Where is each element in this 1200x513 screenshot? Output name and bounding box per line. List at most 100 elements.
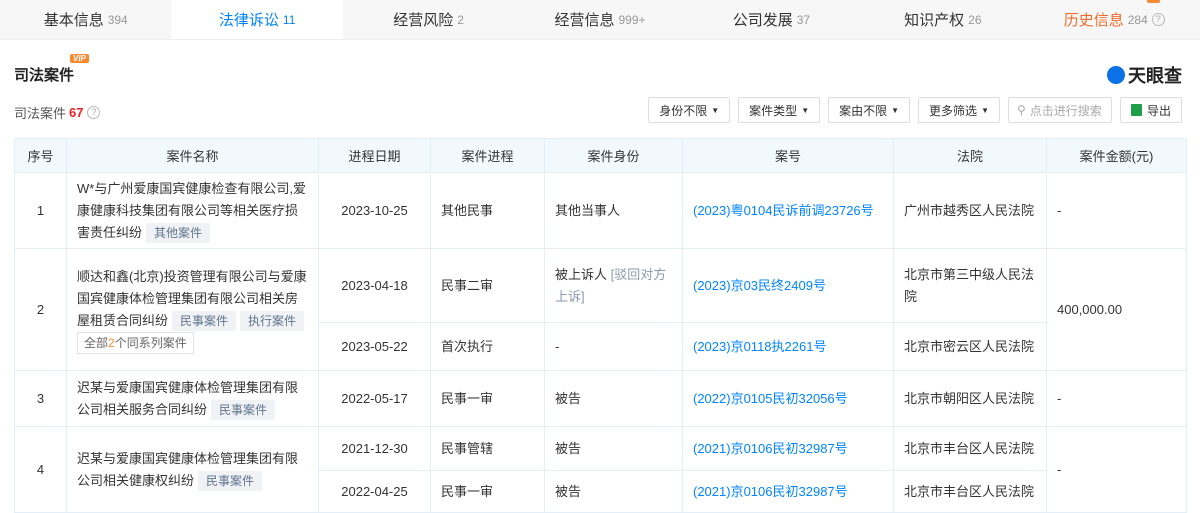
- case-number-link[interactable]: (2023)京0118执2261号: [693, 339, 826, 354]
- case-stage: 民事管辖: [430, 426, 545, 471]
- role-text: 被告: [555, 390, 582, 406]
- series-count: 2: [108, 335, 115, 350]
- filter-case-type[interactable]: 案件类型 ▼: [738, 97, 821, 123]
- case-number-link[interactable]: (2021)京0106民初32987号: [693, 484, 848, 499]
- excel-icon: [1130, 104, 1142, 116]
- filter-cause[interactable]: 案由不限 ▼: [828, 97, 911, 123]
- caret-down-icon: ▼: [981, 105, 989, 115]
- progress-date: 2022-05-17: [318, 370, 431, 427]
- case-amount: 400,000.00: [1046, 248, 1187, 371]
- case-type-tag[interactable]: 其他案件: [146, 222, 211, 243]
- court: 北京市朝阳区人民法院: [893, 370, 1047, 427]
- tab-label: 经营风险: [393, 12, 454, 29]
- case-type-tag[interactable]: 民事案件: [211, 399, 276, 420]
- case-role: 被告: [544, 426, 683, 471]
- tab-3[interactable]: 经营信息 999+: [514, 0, 685, 39]
- case-number-cell: (2022)京0105民初32056号: [682, 370, 894, 427]
- tab-label: 法律诉讼: [218, 12, 279, 29]
- tab-2[interactable]: 经营风险 2: [343, 0, 514, 39]
- series-pre: 全部: [84, 335, 109, 350]
- case-table: 序号 案件名称 进程日期 案件进程 案件身份 案号 法院 案件金额(元) 1 W*与广州爱康国宾…: [14, 138, 1187, 513]
- case-role: 被上诉人 [驳回对方上诉]: [544, 248, 683, 323]
- filter-label: 身份不限: [659, 103, 708, 118]
- series-post: 个同系列案件: [114, 335, 187, 350]
- case-number-cell: (2023)京0118执2261号: [682, 322, 894, 371]
- progress-date: 2021-12-30: [318, 426, 431, 471]
- tab-count: 999+: [618, 12, 646, 27]
- column-header: 案件名称: [66, 138, 319, 173]
- progress-date: 2023-10-25: [318, 172, 431, 249]
- row-number: 3: [14, 370, 67, 427]
- row-number: 4: [14, 426, 67, 513]
- case-number-link[interactable]: (2023)京03民终2409号: [693, 278, 826, 293]
- case-role: -: [544, 322, 683, 371]
- tab-4[interactable]: 公司发展 37: [686, 0, 857, 39]
- column-header: 进程日期: [318, 138, 431, 173]
- search-icon: ⚲: [1016, 103, 1026, 117]
- case-number-cell: (2023)粤0104民诉前调23726号: [682, 172, 894, 249]
- caret-down-icon: ▼: [801, 105, 810, 115]
- case-number-link[interactable]: (2021)京0106民初32987号: [693, 441, 848, 456]
- help-icon[interactable]: ?: [87, 106, 101, 119]
- filter-label: 更多筛选: [929, 103, 978, 118]
- vip-badge: VIP: [70, 54, 89, 63]
- case-amount: -: [1046, 370, 1187, 427]
- row-number: 1: [14, 172, 67, 249]
- court: 北京市丰台区人民法院: [893, 470, 1047, 513]
- progress-date: 2023-04-18: [318, 248, 431, 323]
- case-stage: 其他民事: [430, 172, 545, 249]
- role-text: 被上诉人: [555, 266, 608, 282]
- progress-date: 2022-04-25: [318, 470, 431, 513]
- export-label: 导出: [1146, 103, 1171, 118]
- caret-down-icon: ▼: [891, 105, 900, 115]
- case-number-link[interactable]: (2022)京0105民初32056号: [693, 391, 848, 406]
- court: 北京市第三中级人民法院: [893, 248, 1047, 323]
- case-role: 被告: [544, 470, 683, 513]
- row-number: 2: [14, 248, 67, 371]
- case-number-cell: (2021)京0106民初32987号: [682, 426, 894, 471]
- column-header: 案件金额(元): [1046, 138, 1187, 173]
- case-type-tag[interactable]: 民事案件: [172, 310, 237, 331]
- tab-label: 基本信息: [43, 12, 104, 29]
- tab-6[interactable]: 历史信息 284?: [1029, 0, 1200, 39]
- case-role: 其他当事人: [544, 172, 683, 249]
- search-placeholder: 点击进行搜索: [1029, 103, 1102, 118]
- table-row: 1 W*与广州爱康国宾健康检查有限公司,爱康健康科技集团有限公司等相关医疗损害责任…: [14, 172, 1187, 249]
- series-cases-link[interactable]: 全部2个同系列案件: [77, 331, 194, 354]
- filter-role[interactable]: 身份不限 ▼: [648, 97, 731, 123]
- case-amount: -: [1046, 172, 1187, 249]
- table-row: 2 顺达和鑫(北京)投资管理有限公司与爱康国宾健康体检管理集团有限公司相关房屋租赁…: [14, 248, 1187, 371]
- column-header: 案号: [682, 138, 894, 173]
- tab-5[interactable]: 知识产权 26: [857, 0, 1028, 39]
- case-number-cell: (2021)京0106民初32987号: [682, 470, 894, 513]
- tab-count: 11: [282, 12, 296, 27]
- case-stage: 首次执行: [430, 322, 545, 371]
- case-number-link[interactable]: (2023)粤0104民诉前调23726号: [693, 203, 874, 218]
- section-title: 司法案件: [14, 67, 75, 84]
- export-button[interactable]: 导出: [1119, 97, 1182, 123]
- help-icon[interactable]: ?: [1151, 13, 1165, 26]
- case-count: 司法案件 67?: [14, 103, 101, 122]
- tab-count: 284: [1127, 12, 1148, 27]
- column-header: 案件进程: [430, 138, 545, 173]
- role-text: 被告: [555, 483, 582, 499]
- case-stage: 民事一审: [430, 470, 545, 513]
- count-value: 67: [69, 105, 84, 120]
- role-text: 被告: [555, 440, 582, 456]
- role-text: -: [555, 338, 560, 354]
- table-row: 4 迟某与爱康国宾健康体检管理集团有限公司相关健康权纠纷 民事案件 2021-12-3…: [14, 426, 1187, 513]
- search-input[interactable]: ⚲ 点击进行搜索: [1007, 97, 1112, 123]
- case-type-tag[interactable]: 执行案件: [240, 310, 305, 331]
- tab-1[interactable]: 法律诉讼 11: [171, 0, 343, 39]
- court: 北京市丰台区人民法院: [893, 426, 1047, 471]
- case-name[interactable]: 迟某与爱康国宾健康体检管理集团有限公司相关健康权纠纷: [77, 451, 298, 488]
- court: 北京市密云区人民法院: [893, 322, 1047, 371]
- tianyancha-logo: 天眼查: [1107, 62, 1182, 88]
- role-text: 其他当事人: [555, 202, 621, 218]
- case-number-cell: (2023)京03民终2409号: [682, 248, 894, 323]
- tab-label: 经营信息: [554, 12, 615, 29]
- filter-more[interactable]: 更多筛选 ▼: [918, 97, 1000, 123]
- tab-0[interactable]: 基本信息 394: [0, 0, 171, 39]
- filter-label: 案件类型: [749, 103, 798, 118]
- case-type-tag[interactable]: 民事案件: [198, 470, 263, 491]
